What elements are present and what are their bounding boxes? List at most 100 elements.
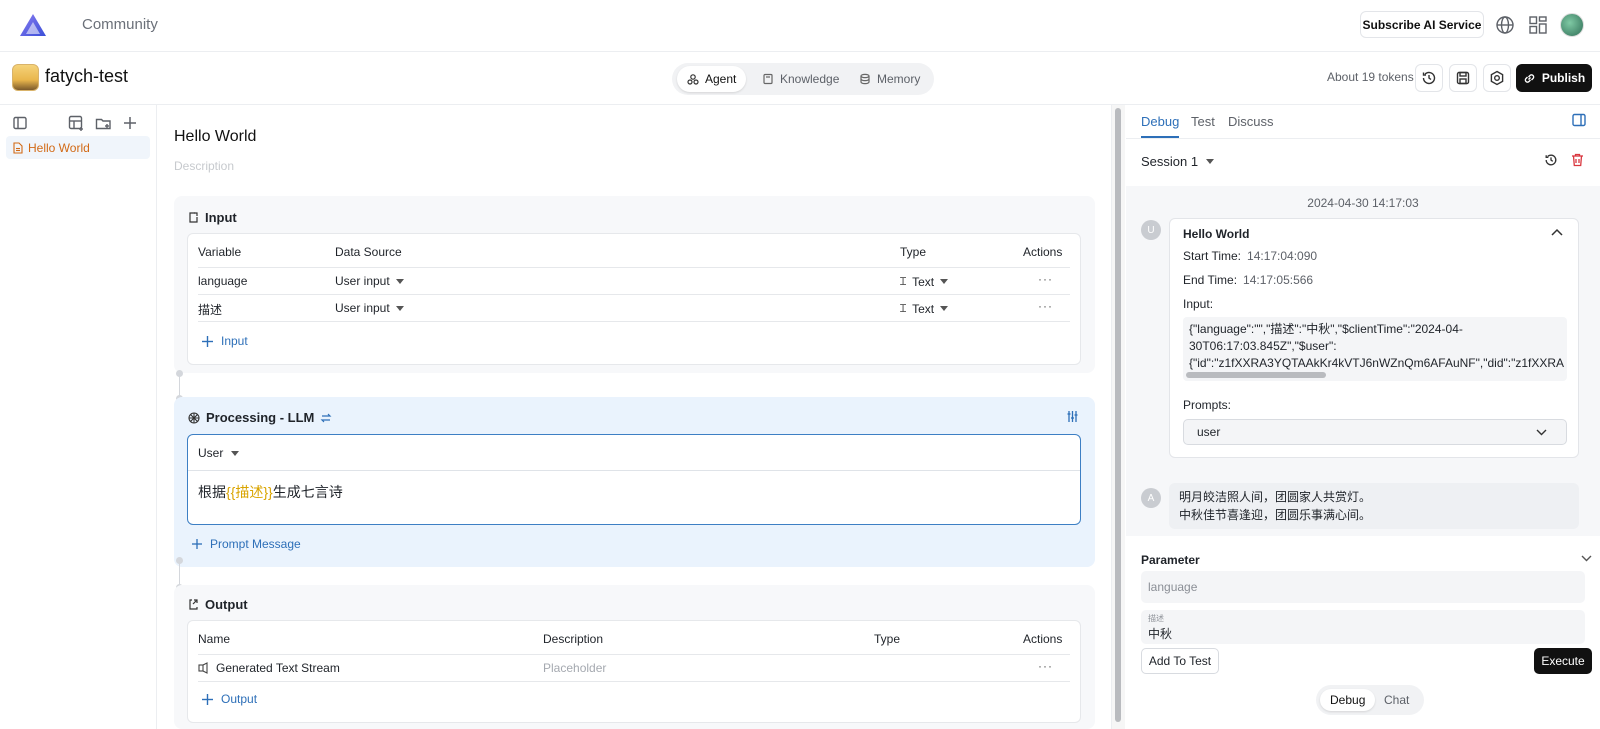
session-select[interactable]: Session 1: [1141, 154, 1215, 169]
end-time: End Time: 14:17:05:566: [1183, 273, 1313, 287]
connector-line: [179, 560, 180, 584]
sidebar: Hello World: [0, 105, 157, 729]
assistant-avatar: A: [1141, 488, 1161, 508]
chevron-up-icon[interactable]: [1551, 228, 1563, 236]
data-source-value: User input: [335, 274, 390, 288]
tab-discuss[interactable]: Discuss: [1228, 114, 1274, 129]
editor-scrollbar-thumb[interactable]: [1115, 108, 1121, 722]
type-value: Text: [912, 274, 935, 289]
book-icon: [762, 73, 774, 85]
tab-agent[interactable]: Agent: [677, 66, 747, 92]
output-name[interactable]: Generated Text Stream: [198, 661, 340, 675]
output-name-text: Generated Text Stream: [216, 661, 340, 675]
history-button[interactable]: [1415, 64, 1443, 92]
brand-name[interactable]: Community: [82, 16, 158, 33]
add-folder-icon[interactable]: [93, 113, 113, 133]
agent-description[interactable]: Description: [174, 159, 234, 173]
agent-title[interactable]: Hello World: [174, 128, 256, 146]
more-actions-icon[interactable]: ···: [1038, 299, 1053, 313]
variable-name[interactable]: language: [198, 274, 247, 288]
divider: [198, 681, 1070, 682]
mode-switch: Debug Chat: [1316, 685, 1424, 715]
col-type: Type: [900, 245, 927, 259]
role-value: User: [198, 446, 224, 460]
subscribe-ai-service-button[interactable]: Subscribe AI Service: [1360, 11, 1484, 38]
end-time-label: End Time:: [1183, 273, 1238, 287]
type-select[interactable]: Ɪ Text: [900, 301, 949, 316]
output-table: Name Description Type Actions Generated …: [187, 620, 1081, 723]
output-icon: [188, 599, 199, 610]
type-value: Text: [912, 301, 935, 316]
add-to-test-button[interactable]: Add To Test: [1141, 648, 1219, 674]
user-avatar[interactable]: [1560, 13, 1584, 37]
tab-knowledge[interactable]: Knowledge: [752, 66, 849, 92]
add-table-icon[interactable]: [66, 113, 86, 133]
chevron-down-icon: [940, 279, 949, 284]
publish-button[interactable]: Publish: [1516, 64, 1592, 92]
project-bar: fatych-test Agent Knowledge Memory About…: [0, 52, 1600, 105]
end-time-value: 14:17:05:566: [1243, 273, 1314, 287]
more-actions-icon[interactable]: ···: [1038, 272, 1053, 286]
save-button[interactable]: [1449, 64, 1477, 92]
start-time-label: Start Time:: [1183, 249, 1242, 263]
data-source-select[interactable]: User input: [335, 301, 404, 315]
grid-icon[interactable]: [1527, 14, 1549, 36]
add-output-button[interactable]: Output: [202, 692, 257, 706]
settings-button[interactable]: [1483, 64, 1511, 92]
mode-chat[interactable]: Chat: [1374, 689, 1419, 711]
trash-icon[interactable]: [1571, 153, 1584, 167]
col-type: Type: [874, 632, 901, 646]
project-tabs: Agent Knowledge Memory: [672, 63, 934, 95]
sidebar-item-label: Hello World: [28, 140, 90, 155]
session-value: Session 1: [1141, 154, 1199, 169]
tab-test[interactable]: Test: [1191, 114, 1215, 129]
text-cursor-icon: Ɪ: [900, 276, 907, 288]
toggle-sidebar-icon[interactable]: [10, 113, 30, 133]
file-icon: [13, 141, 23, 154]
param-field-language[interactable]: language: [1141, 571, 1585, 603]
history-icon[interactable]: [1544, 153, 1558, 167]
type-select[interactable]: Ɪ Text: [900, 274, 949, 289]
output-section-title: Output: [188, 597, 248, 612]
tab-debug[interactable]: Debug: [1141, 114, 1179, 129]
tab-memory-label: Memory: [877, 72, 921, 86]
prompt-editor[interactable]: User 根据{{描述}}生成七言诗: [187, 434, 1081, 525]
reply-line: 明月皎洁照人间，团圆家人共赏灯。: [1179, 490, 1372, 504]
output-description[interactable]: Placeholder: [543, 661, 606, 675]
tab-agent-label: Agent: [705, 72, 737, 86]
prompts-value: user: [1197, 425, 1221, 439]
more-actions-icon[interactable]: ···: [1038, 659, 1053, 673]
execute-button[interactable]: Execute: [1534, 648, 1592, 674]
input-json-box[interactable]: {"language":"","描述":"中秋","$clientTime":"…: [1183, 317, 1567, 381]
json-scrollbar-thumb[interactable]: [1186, 372, 1326, 378]
chevron-down-icon: [1536, 429, 1547, 436]
tab-memory[interactable]: Memory: [849, 66, 930, 92]
role-select[interactable]: User: [198, 446, 240, 460]
logo-icon[interactable]: [18, 12, 48, 38]
add-prompt-message-button[interactable]: Prompt Message: [192, 537, 301, 551]
parameter-title[interactable]: Parameter: [1141, 553, 1200, 567]
sliders-icon[interactable]: [1066, 410, 1079, 423]
prompts-select[interactable]: user: [1183, 419, 1567, 445]
input-section-title: Input: [188, 210, 237, 225]
mode-debug[interactable]: Debug: [1320, 689, 1376, 711]
prompt-suffix: 生成七言诗: [272, 484, 343, 500]
user-avatar: U: [1141, 220, 1161, 240]
save-icon: [1455, 70, 1471, 86]
variable-name[interactable]: 描述: [198, 301, 222, 318]
panel-toggle-icon[interactable]: [1571, 112, 1587, 128]
add-input-button[interactable]: Input: [202, 334, 248, 348]
data-source-select[interactable]: User input: [335, 274, 404, 288]
swap-icon[interactable]: [320, 412, 332, 424]
input-label: Input:: [1183, 297, 1214, 311]
chevron-down-icon: [1206, 159, 1215, 164]
globe-icon[interactable]: [1494, 14, 1516, 36]
sidebar-item-hello-world[interactable]: Hello World: [6, 136, 150, 159]
tab-knowledge-label: Knowledge: [780, 72, 840, 86]
prompt-text[interactable]: 根据{{描述}}生成七言诗: [198, 482, 343, 502]
param-field-description[interactable]: 描述 中秋: [1141, 610, 1585, 644]
data-source-value: User input: [335, 301, 390, 315]
add-icon[interactable]: [120, 113, 140, 133]
chevron-down-icon[interactable]: [1581, 555, 1592, 562]
llm-icon: [188, 411, 200, 424]
